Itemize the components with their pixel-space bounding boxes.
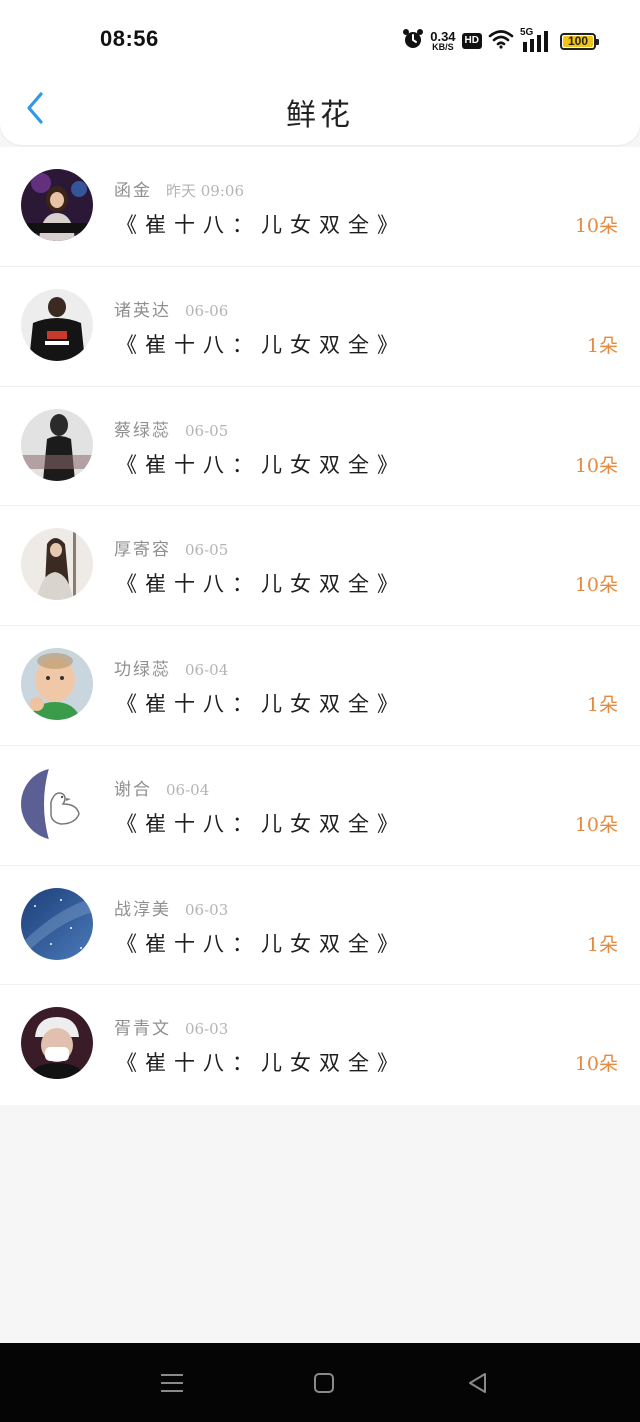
gift-meta: 战淳美 06-03 [114, 895, 228, 920]
work-title: 《崔十八：儿女双全》 [116, 332, 406, 357]
list-item[interactable]: 函金 昨天 09:06 《崔十八：儿女双全》 10朵 [0, 147, 640, 267]
list-item[interactable]: 厚寄容 06-05 《崔十八：儿女双全》 10朵 [0, 506, 640, 626]
battery-icon: 100 [560, 32, 599, 50]
flower-gift-list: 函金 昨天 09:06 《崔十八：儿女双全》 10朵 诸英达 06-06 《崔十八：… [0, 147, 640, 1105]
gift-date: 06-03 [185, 900, 229, 919]
gift-date: 06-06 [185, 301, 229, 320]
work-title: 《崔十八：儿女双全》 [116, 811, 406, 836]
list-item[interactable]: 胥青文 06-03 《崔十八：儿女双全》 10朵 [0, 985, 640, 1105]
system-nav-bar [0, 1343, 640, 1422]
cellular-signal-icon: 5G [520, 27, 550, 52]
sender-name: 谢合 [114, 779, 152, 800]
flower-count: 1朵 [586, 334, 618, 357]
duck-drawing-avatar[interactable] [21, 767, 93, 840]
gift-meta: 诸英达 06-06 [114, 296, 228, 321]
back-triangle-icon [469, 1373, 486, 1393]
work-title: 《崔十八：儿女双全》 [116, 692, 406, 716]
gift-meta: 蔡绿蕊 06-05 [114, 416, 228, 441]
flower-count: 10朵 [574, 813, 618, 836]
masked-boy-avatar[interactable] [21, 1007, 93, 1080]
flower-count: 10朵 [574, 454, 618, 477]
list-item[interactable]: 功绿蕊 06-04 《崔十八：儿女双全》 1朵 [0, 626, 640, 746]
net-speed: 0.34 KB/S [430, 30, 455, 52]
flowers-screen: 08:56 0.34 KB/S HD 5G 100 鲜花 函金 昨天 09:06… [0, 0, 640, 1422]
menu-icon [161, 1374, 183, 1392]
status-time: 08:56 [100, 26, 159, 51]
flower-count: 10朵 [574, 215, 618, 237]
list-item[interactable]: 诸英达 06-06 《崔十八：儿女双全》 1朵 [0, 267, 640, 387]
list-item[interactable]: 蔡绿蕊 06-05 《崔十八：儿女双全》 10朵 [0, 387, 640, 507]
network-type-label: 5G [520, 27, 534, 38]
status-icons: 0.34 KB/S HD 5G 100 [402, 27, 599, 55]
dj-girl-avatar[interactable] [21, 169, 93, 241]
home-square-icon [314, 1373, 334, 1393]
sender-name: 功绿蕊 [114, 660, 171, 680]
list-item[interactable]: 战淳美 06-03 《崔十八：儿女双全》 1朵 [0, 866, 640, 986]
work-title: 《崔十八：儿女双全》 [116, 452, 406, 477]
flower-count: 1朵 [586, 694, 618, 716]
alarm-icon [402, 28, 424, 54]
gift-date: 06-05 [185, 541, 229, 560]
app-header: 鲜花 [0, 70, 640, 145]
sender-name: 战淳美 [114, 899, 171, 920]
sender-name: 蔡绿蕊 [114, 420, 171, 441]
gift-date: 06-05 [185, 421, 229, 440]
system-back-button[interactable] [461, 1367, 493, 1399]
jacket-person-avatar[interactable] [21, 288, 93, 361]
list-item[interactable]: 谢合 06-04 《崔十八：儿女双全》 10朵 [0, 746, 640, 866]
sender-name: 函金 [114, 181, 152, 201]
battery-level: 100 [567, 33, 589, 48]
gift-date: 06-04 [185, 661, 229, 679]
baby-fist-avatar[interactable] [21, 648, 93, 720]
status-bar: 08:56 0.34 KB/S HD 5G 100 [0, 0, 640, 80]
work-title: 《崔十八：儿女双全》 [116, 931, 406, 956]
bw-girl-avatar[interactable] [21, 408, 93, 481]
page-title: 鲜花 [286, 98, 354, 133]
sender-name: 厚寄容 [114, 540, 171, 561]
work-title: 《崔十八：儿女双全》 [116, 213, 406, 237]
gift-meta: 谢合 06-04 [114, 775, 209, 800]
gift-meta: 胥青文 06-03 [114, 1014, 228, 1039]
sender-name: 诸英达 [114, 300, 171, 321]
hd-badge: HD [461, 33, 482, 49]
gift-date: 昨天 09:06 [166, 182, 244, 200]
flower-count: 1朵 [586, 933, 618, 956]
flower-count: 10朵 [574, 574, 618, 597]
gift-date: 06-03 [185, 1020, 229, 1039]
menu-button[interactable] [156, 1367, 188, 1399]
gift-meta: 函金 昨天 09:06 [114, 176, 244, 201]
gift-meta: 功绿蕊 06-04 [114, 655, 228, 680]
work-title: 《崔十八：儿女双全》 [116, 572, 406, 597]
long-hair-girl-avatar[interactable] [21, 528, 93, 601]
home-button[interactable] [308, 1367, 340, 1399]
gift-meta: 厚寄容 06-05 [114, 535, 228, 560]
gift-date: 06-04 [166, 780, 210, 799]
flower-count: 10朵 [574, 1053, 618, 1076]
sender-name: 胥青文 [114, 1019, 171, 1040]
work-title: 《崔十八：儿女双全》 [116, 1051, 406, 1076]
net-speed-unit: KB/S [432, 42, 454, 52]
starry-sky-avatar[interactable] [21, 887, 93, 960]
wifi-icon [488, 29, 514, 53]
